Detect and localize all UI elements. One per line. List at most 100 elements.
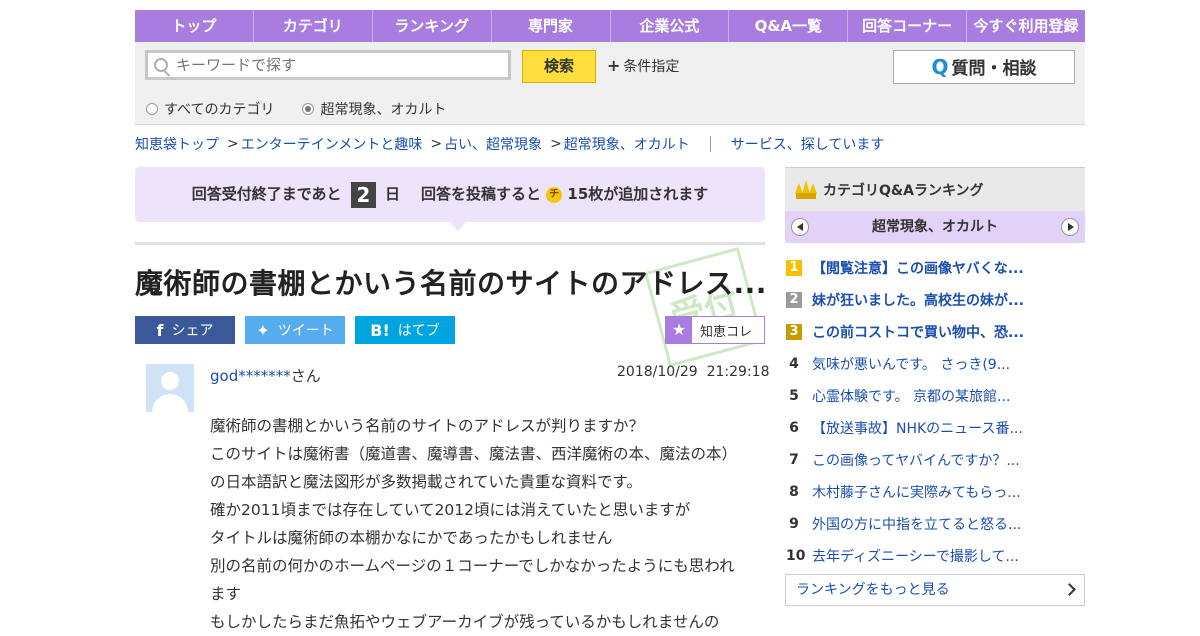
- ranking-item[interactable]: 4 気味が悪いんです。 さっき(9...: [785, 348, 1085, 380]
- banner-prefix: 回答受付終了まであと: [191, 185, 342, 203]
- more-ranking-label: ランキングをもっと見る: [796, 582, 950, 598]
- nav-register[interactable]: 今すぐ利用登録: [967, 10, 1085, 42]
- ranking-item[interactable]: 10 去年ディズニーシーで撮影して...: [785, 540, 1085, 572]
- condition-label: 条件指定: [623, 59, 680, 75]
- ranking-item[interactable]: 2 妹が狂いました。高校生の妹が...: [785, 284, 1085, 316]
- ranking-header: カテゴリQ&Aランキング: [785, 167, 1085, 211]
- facebook-share-label: シェア: [171, 323, 214, 339]
- ranking-title: カテゴリQ&Aランキング: [823, 182, 984, 199]
- nav-experts[interactable]: 専門家: [492, 10, 611, 42]
- scope-all-label: すべてのカテゴリ: [164, 102, 275, 118]
- ask-question-button[interactable]: Q 質問・相談: [893, 50, 1075, 84]
- question-line: 別の名前の何かのホームページの１コーナーでしかなかったようにも思われます: [210, 557, 735, 603]
- question-author: god*******さん: [210, 365, 321, 386]
- deadline-banner: 回答受付終了まであと 2 日 回答を投稿すると チ 15枚が追加されます: [135, 167, 765, 222]
- more-ranking-button[interactable]: ランキングをもっと見る: [785, 574, 1085, 606]
- ranking-link[interactable]: 気味が悪いんです。 さっき(9...: [812, 354, 1010, 374]
- avatar-head-icon: [161, 372, 179, 390]
- rank-badge: 1: [786, 260, 802, 276]
- ranking-item[interactable]: 5 心霊体験です。 京都の某旅館...: [785, 380, 1085, 412]
- ranking-item[interactable]: 7 この画像ってヤバイんですか？...: [785, 444, 1085, 476]
- ranking-item[interactable]: 1 【閲覧注意】この画像ヤバくな...: [785, 252, 1085, 284]
- nav-category[interactable]: カテゴリ: [254, 10, 373, 42]
- breadcrumb-item[interactable]: 知恵袋トップ: [135, 134, 219, 154]
- chie-colle-button[interactable]: ★ 知恵コレ: [665, 316, 765, 344]
- post-time: 21:29:18: [706, 364, 770, 380]
- nav-ranking[interactable]: ランキング: [373, 10, 492, 42]
- nav-answer-corner[interactable]: 回答コーナー: [848, 10, 968, 42]
- search-button[interactable]: 検索: [522, 50, 596, 83]
- hatena-share-label: はてブ: [397, 323, 440, 339]
- post-date: 2018/10/29: [617, 364, 698, 380]
- ranking-link[interactable]: 【放送事故】NHKのニュース番...: [812, 418, 1023, 438]
- ranking-link[interactable]: 心霊体験です。 京都の某旅館...: [812, 386, 1010, 406]
- condition-button[interactable]: + 条件指定: [607, 56, 679, 76]
- breadcrumb-item[interactable]: 超常現象、オカルト: [564, 134, 690, 154]
- question-line: 確か2011頃までは存在していて2012頃には消えていたと思いますが: [210, 501, 691, 519]
- chevron-right-icon: [1063, 583, 1076, 596]
- scope-current-label: 超常現象、オカルト: [320, 102, 447, 118]
- question-line: このサイトは魔術書（魔道書、魔導書、魔法書、西洋魔術の本、魔法の本）の日本語訳と…: [210, 445, 738, 491]
- ranking-link[interactable]: この前コストコで買い物中、恐...: [812, 322, 1024, 342]
- hatena-icon: B!: [370, 320, 390, 340]
- ranking-link[interactable]: 木村藤子さんに実際みてもらっ...: [812, 482, 1021, 502]
- ranking-link[interactable]: 外国の方に中指を立てると怒る...: [812, 514, 1021, 534]
- question-title: 魔術師の書棚とかいう名前のサイトのアドレス...: [135, 267, 767, 300]
- breadcrumb-divider: [709, 136, 711, 152]
- ranking-link[interactable]: 妹が狂いました。高校生の妹が...: [812, 290, 1024, 310]
- facebook-icon: f: [156, 320, 164, 340]
- radio-icon: [146, 103, 158, 115]
- nav-official[interactable]: 企業公式: [611, 10, 730, 42]
- next-arrow-icon[interactable]: [1061, 218, 1079, 236]
- twitter-share-label: ツイート: [277, 323, 334, 339]
- twitter-share-button[interactable]: ✦ ツイート: [245, 316, 345, 344]
- rank-number: 4: [789, 356, 799, 372]
- post-datetime: 2018/10/29 21:29:18: [617, 364, 770, 380]
- search-input-box[interactable]: [145, 50, 511, 80]
- ranking-item[interactable]: 6 【放送事故】NHKのニュース番...: [785, 412, 1085, 444]
- search-panel: 検索 +条件指定 Q質問・相談 すべてのカテゴリ 超常現象、オカルト: [135, 42, 1085, 125]
- banner-pointer: [450, 222, 466, 231]
- ranking-item[interactable]: 8 木村藤子さんに実際みてもらっ...: [785, 476, 1085, 508]
- breadcrumb-separator: >: [550, 136, 562, 152]
- coin-icon: チ: [546, 186, 563, 203]
- rank-number: 6: [789, 420, 799, 436]
- ask-question-label: 質問・相談: [951, 59, 1037, 79]
- ranking-list: 1 【閲覧注意】この画像ヤバくな... 2 妹が狂いました。高校生の妹が... 3こ…: [785, 252, 1085, 572]
- question-line: タイトルは魔術師の本棚かなにかであったかもしれません: [210, 529, 613, 547]
- scope-current-radio[interactable]: 超常現象、オカルト: [302, 99, 446, 119]
- nav-qa-list[interactable]: Q&A一覧: [729, 10, 849, 42]
- avatar[interactable]: [146, 364, 194, 412]
- twitter-icon: ✦: [256, 320, 270, 340]
- days-unit: 日: [385, 185, 401, 203]
- rank-number: 7: [789, 452, 799, 468]
- nav-top[interactable]: トップ: [135, 10, 254, 42]
- prev-arrow-icon[interactable]: [791, 218, 809, 236]
- facebook-share-button[interactable]: f シェア: [135, 316, 235, 344]
- author-link[interactable]: god*******: [210, 367, 291, 385]
- global-nav: トップ カテゴリ ランキング 専門家 企業公式 Q&A一覧 回答コーナー 今すぐ…: [135, 10, 1085, 42]
- question-body: 魔術師の書棚とかいう名前のサイトのアドレスが判りますか？ このサイトは魔術書（魔…: [210, 412, 750, 636]
- rank-number: 9: [789, 516, 799, 532]
- rank-badge: 2: [786, 292, 802, 308]
- search-input[interactable]: [174, 55, 498, 75]
- breadcrumb-item[interactable]: 占い、超常現象: [444, 134, 542, 154]
- rank-number: 5: [789, 388, 799, 404]
- radio-selected-icon: [302, 103, 315, 115]
- ranking-item[interactable]: 9 外国の方に中指を立てると怒る...: [785, 508, 1085, 540]
- plus-icon: +: [607, 56, 621, 75]
- breadcrumb-item[interactable]: エンターテインメントと趣味: [241, 134, 423, 154]
- ranking-link[interactable]: 去年ディズニーシーで撮影して...: [812, 546, 1019, 566]
- breadcrumb-separator: >: [430, 136, 443, 152]
- service-link[interactable]: サービス、探しています: [731, 134, 885, 154]
- avatar-body-icon: [152, 394, 188, 412]
- search-icon: [154, 58, 168, 72]
- question-line: もしかしたらまだ魚拓やウェブアーカイブが残っているかもしれませんの: [210, 613, 720, 631]
- ranking-link[interactable]: この画像ってヤバイんですか？...: [812, 450, 1020, 470]
- breadcrumb-separator: >: [227, 136, 239, 152]
- scope-all-radio[interactable]: すべてのカテゴリ: [146, 99, 274, 119]
- rank-number: 10: [786, 548, 806, 564]
- hatena-bookmark-button[interactable]: B! はてブ: [355, 316, 455, 344]
- ranking-link[interactable]: 【閲覧注意】この画像ヤバくな...: [812, 258, 1024, 278]
- ranking-item[interactable]: 3 この前コストコで買い物中、恐...: [785, 316, 1085, 348]
